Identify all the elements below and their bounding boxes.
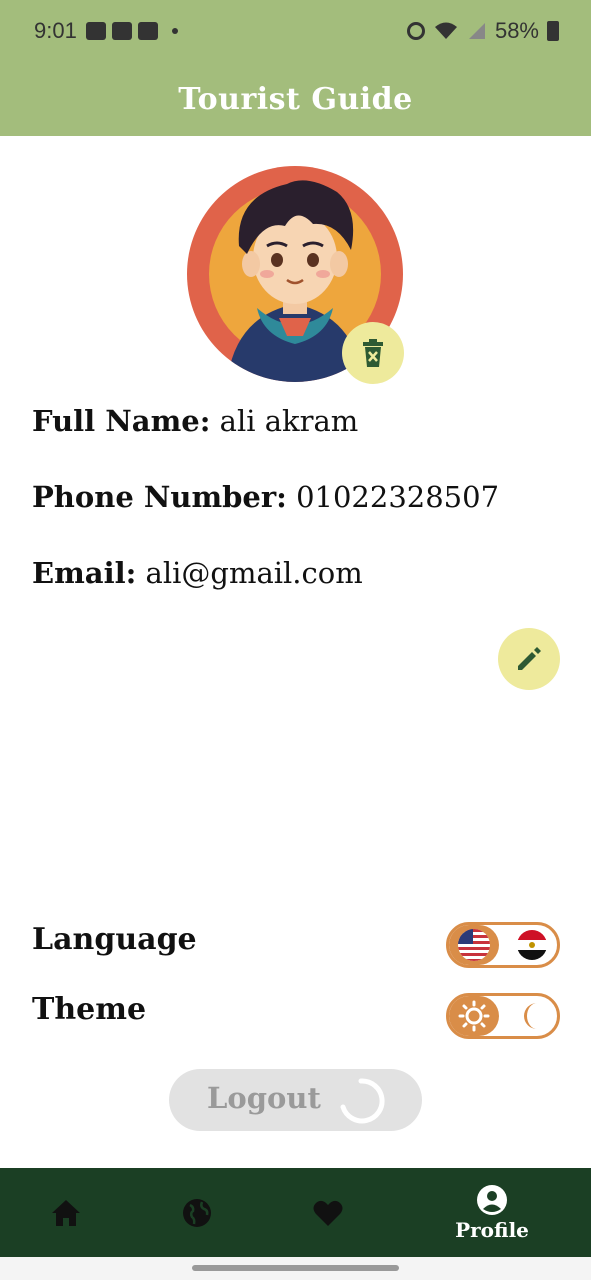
email-label: Email:: [32, 556, 137, 590]
home-icon: [52, 1199, 80, 1226]
egypt-flag-icon: [517, 930, 547, 960]
loading-spinner-icon: [340, 1078, 385, 1124]
language-toggle[interactable]: [446, 922, 560, 968]
notification-icons: [86, 22, 178, 40]
youtube-icon: [112, 22, 132, 40]
wifi-icon: [434, 22, 457, 39]
moon-icon: [524, 1003, 537, 1029]
pencil-icon: [518, 647, 541, 670]
gesture-area: [0, 1257, 591, 1280]
status-time: 9:01: [34, 18, 77, 43]
egypt-flag-option: [517, 930, 547, 960]
battery-icon: [547, 21, 559, 41]
bottom-navigation: Profile: [0, 1168, 591, 1257]
full-name-label: Full Name:: [32, 404, 211, 438]
full-name-value: ali akram: [219, 404, 359, 438]
phone-label: Phone Number:: [32, 480, 287, 514]
gallery-icon: [86, 22, 106, 40]
phone-value: 01022328507: [296, 480, 500, 514]
theme-label: Theme: [32, 992, 147, 1027]
signal-icon: [468, 23, 485, 39]
nav-item-explore[interactable]: [137, 1168, 257, 1257]
youtube-icon: [138, 22, 158, 40]
delete-forever-icon: [363, 339, 383, 367]
email-value: ali@gmail.com: [145, 556, 363, 590]
nav-item-favorites[interactable]: [268, 1168, 388, 1257]
delete-photo-button[interactable]: [342, 322, 404, 384]
alarm-icon: [406, 22, 425, 40]
profile-avatar-container: [187, 166, 404, 384]
globe-icon: [183, 1198, 211, 1227]
status-bar: 9:01 58%: [0, 0, 591, 62]
heart-icon: [313, 1200, 343, 1226]
battery-percent: 58%: [494, 18, 539, 43]
nav-item-home[interactable]: [6, 1168, 126, 1257]
system-icons: 58%: [406, 18, 559, 44]
sun-icon: [458, 1000, 490, 1032]
phone-row: Phone Number: 01022328507: [32, 480, 499, 514]
logout-button[interactable]: Logout: [169, 1069, 422, 1131]
moon-option: [517, 1001, 547, 1031]
email-row: Email: ali@gmail.com: [32, 556, 363, 590]
nav-label-profile: Profile: [455, 1217, 529, 1242]
toggle-knob: [449, 925, 499, 965]
gesture-bar[interactable]: [192, 1265, 399, 1271]
app-bar: Tourist Guide: [0, 62, 591, 136]
us-flag-icon: [458, 929, 490, 961]
language-label: Language: [32, 922, 197, 957]
more-dot-icon: [172, 28, 178, 34]
theme-toggle[interactable]: [446, 993, 560, 1039]
nav-item-profile[interactable]: Profile: [432, 1168, 552, 1257]
logout-label: Logout: [207, 1081, 321, 1115]
edit-profile-button[interactable]: [498, 628, 560, 690]
app-title: Tourist Guide: [178, 81, 413, 117]
toggle-knob: [449, 996, 499, 1036]
full-name-row: Full Name: ali akram: [32, 404, 358, 438]
account-circle-icon: [477, 1184, 507, 1215]
